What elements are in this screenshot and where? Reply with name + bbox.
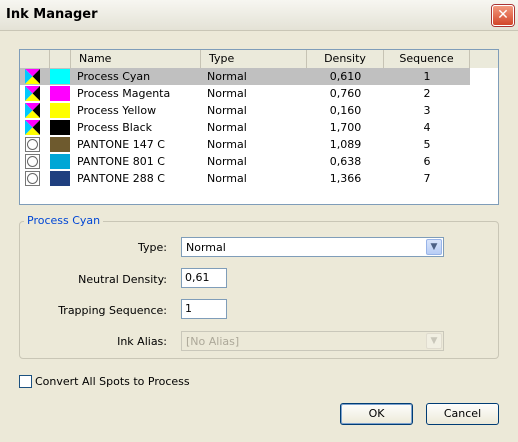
ink-color-swatch: [50, 86, 70, 101]
header-name[interactable]: Name: [71, 50, 201, 68]
ink-color-swatch: [50, 103, 70, 118]
trapping-sequence-label: Trapping Sequence:: [58, 304, 167, 317]
ok-button[interactable]: OK: [340, 403, 413, 425]
spot-ink-icon[interactable]: [25, 171, 40, 186]
convert-spots-label[interactable]: Convert All Spots to Process: [35, 375, 190, 388]
list-empty-area: [470, 68, 498, 203]
cell-type: Normal: [207, 104, 247, 117]
table-row[interactable]: PANTONE 801 C Normal 0,638 6: [20, 153, 470, 170]
cell-name: Process Black: [77, 121, 152, 134]
cell-density: 0,760: [329, 87, 362, 100]
trapping-sequence-input[interactable]: 1: [181, 299, 227, 319]
cell-name: PANTONE 147 C: [77, 138, 165, 151]
cell-density: 0,610: [329, 70, 362, 83]
title-bar: Ink Manager ✕: [0, 0, 518, 31]
chevron-down-icon: ▼: [426, 333, 442, 349]
table-row[interactable]: Process Yellow Normal 0,160 3: [20, 102, 470, 119]
cell-density: 0,638: [329, 155, 362, 168]
cell-sequence: 4: [423, 121, 431, 134]
header-density[interactable]: Density: [307, 50, 384, 68]
header-swatch-col: [50, 50, 71, 68]
neutral-density-input[interactable]: 0,61: [181, 268, 227, 288]
cell-name: PANTONE 288 C: [77, 172, 165, 185]
process-ink-icon[interactable]: [25, 86, 40, 101]
cell-density: 1,089: [329, 138, 362, 151]
cell-sequence: 5: [423, 138, 431, 151]
ink-alias-value: [No Alias]: [186, 335, 240, 348]
cell-density: 0,160: [329, 104, 362, 117]
header-type[interactable]: Type: [201, 50, 307, 68]
ink-color-swatch: [50, 120, 70, 135]
process-ink-icon[interactable]: [25, 69, 40, 84]
process-ink-icon[interactable]: [25, 120, 40, 135]
ink-color-swatch: [50, 171, 70, 186]
header-filler: [470, 50, 498, 68]
ink-color-swatch: [50, 69, 70, 84]
spot-ink-icon[interactable]: [25, 137, 40, 152]
type-label: Type:: [138, 241, 167, 254]
group-title: Process Cyan: [24, 214, 104, 227]
type-value: Normal: [186, 241, 226, 254]
process-ink-icon[interactable]: [25, 103, 40, 118]
cell-sequence: 1: [423, 70, 431, 83]
header-icon-col: [20, 50, 50, 68]
cell-name: Process Yellow: [77, 104, 157, 117]
cell-name: PANTONE 801 C: [77, 155, 165, 168]
ink-alias-label: Ink Alias:: [117, 335, 167, 348]
table-row[interactable]: Process Black Normal 1,700 4: [20, 119, 470, 136]
spot-ink-icon[interactable]: [25, 154, 40, 169]
list-header: Name Type Density Sequence: [20, 50, 498, 69]
cell-type: Normal: [207, 138, 247, 151]
ink-alias-select: [No Alias] ▼: [181, 331, 444, 351]
cell-density: 1,366: [329, 172, 362, 185]
cell-name: Process Cyan: [77, 70, 151, 83]
table-row[interactable]: Process Cyan Normal 0,610 1: [20, 68, 470, 85]
cell-type: Normal: [207, 155, 247, 168]
convert-spots-checkbox[interactable]: [19, 375, 32, 388]
cell-type: Normal: [207, 87, 247, 100]
inks-list[interactable]: Name Type Density Sequence Process Cyan N…: [19, 49, 499, 205]
cell-type: Normal: [207, 121, 247, 134]
cell-density: 1,700: [329, 121, 362, 134]
close-icon[interactable]: ✕: [492, 5, 514, 26]
table-row[interactable]: PANTONE 147 C Normal 1,089 5: [20, 136, 470, 153]
table-row[interactable]: Process Magenta Normal 0,760 2: [20, 85, 470, 102]
cell-type: Normal: [207, 172, 247, 185]
cell-sequence: 3: [423, 104, 431, 117]
cell-sequence: 6: [423, 155, 431, 168]
cancel-button[interactable]: Cancel: [426, 403, 499, 425]
ink-color-swatch: [50, 154, 70, 169]
window-title: Ink Manager: [6, 7, 98, 22]
ink-color-swatch: [50, 137, 70, 152]
header-sequence[interactable]: Sequence: [384, 50, 470, 68]
cell-sequence: 7: [423, 172, 431, 185]
cell-type: Normal: [207, 70, 247, 83]
cell-name: Process Magenta: [77, 87, 171, 100]
type-select[interactable]: Normal ▼: [181, 237, 444, 257]
chevron-down-icon[interactable]: ▼: [426, 239, 442, 255]
neutral-density-label: Neutral Density:: [78, 273, 167, 286]
cell-sequence: 2: [423, 87, 431, 100]
table-row[interactable]: PANTONE 288 C Normal 1,366 7: [20, 170, 470, 187]
